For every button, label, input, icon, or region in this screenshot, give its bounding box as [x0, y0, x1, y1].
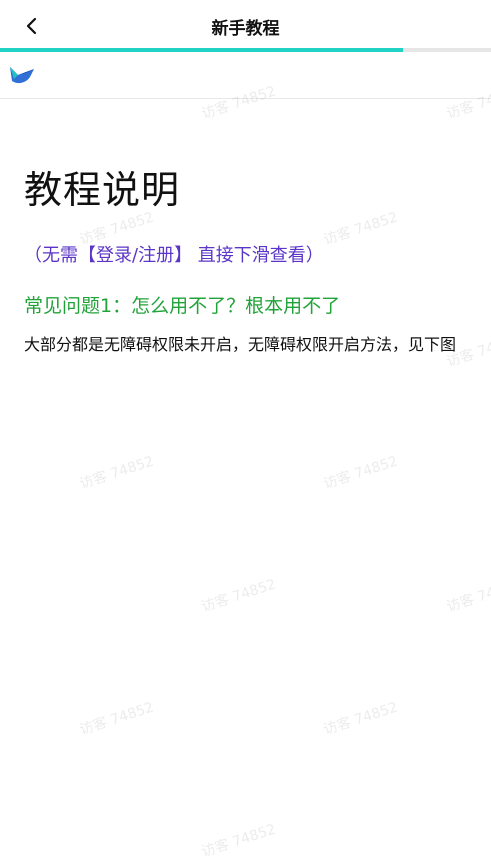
watermark: 访客 74852: [199, 576, 278, 616]
tutorial-heading: 教程说明: [24, 168, 181, 212]
page-title: 新手教程: [211, 19, 280, 39]
watermark: 访客 74852: [321, 699, 400, 739]
watermark: 访客 74852: [77, 699, 156, 739]
watermark: 访客 74852: [444, 576, 491, 616]
watermark: 访客 74852: [77, 453, 156, 493]
watermark: 访客 74852: [199, 821, 278, 861]
faq-question-title: 常见问题1：怎么用不了？根本用不了: [24, 295, 341, 317]
header-bar: 新手教程: [0, 0, 491, 48]
watermark: 访客 74852: [321, 453, 400, 493]
watermark: 访客 74852: [321, 209, 400, 249]
no-login-hint: （无需【登录/注册】 直接下滑查看）: [24, 245, 324, 266]
logo-bar: [0, 52, 491, 99]
app-logo-icon: [10, 67, 34, 84]
faq-answer-text: 大部分都是无障碍权限未开启，无障碍权限开启方法，见下图: [24, 335, 457, 354]
